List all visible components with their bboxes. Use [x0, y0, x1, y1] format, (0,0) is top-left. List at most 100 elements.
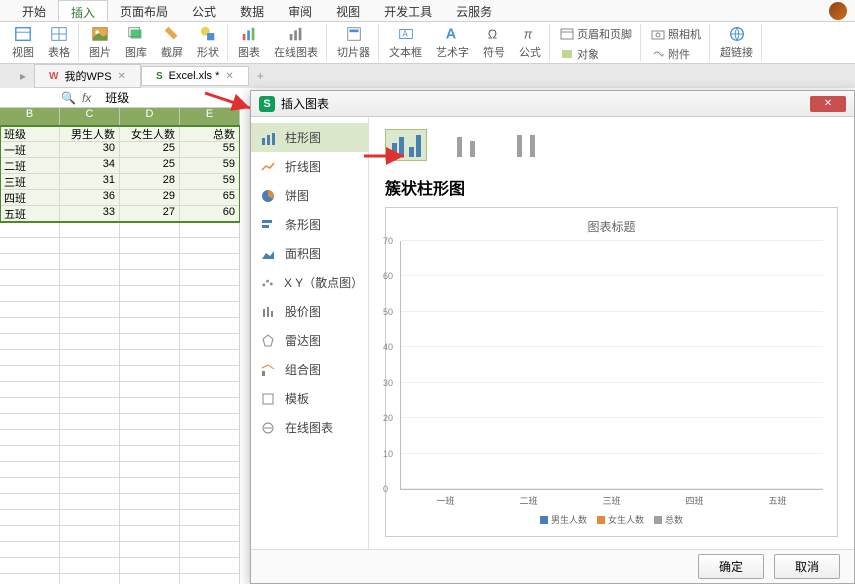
- cell[interactable]: [0, 382, 60, 398]
- btn-gallery[interactable]: 图库: [121, 23, 151, 62]
- cell[interactable]: 30: [60, 142, 120, 158]
- cell[interactable]: [120, 366, 180, 382]
- btn-table[interactable]: 表格: [44, 23, 74, 62]
- cell[interactable]: [0, 286, 60, 302]
- btn-wordart[interactable]: A艺术字: [432, 23, 473, 62]
- chart-type-item[interactable]: 模板: [251, 384, 368, 413]
- tab-cloud[interactable]: 云服务: [444, 0, 504, 21]
- cell[interactable]: [180, 222, 240, 238]
- cell[interactable]: [120, 494, 180, 510]
- btn-attach[interactable]: 附件: [647, 44, 694, 64]
- cell[interactable]: [60, 270, 120, 286]
- cell[interactable]: 一班: [0, 142, 60, 158]
- subtype-clustered[interactable]: [385, 129, 427, 161]
- cell[interactable]: [0, 334, 60, 350]
- cell[interactable]: [180, 238, 240, 254]
- cell[interactable]: [0, 494, 60, 510]
- chart-type-item[interactable]: X Y（散点图）: [251, 268, 368, 297]
- chart-type-item[interactable]: 条形图: [251, 210, 368, 239]
- cell[interactable]: [120, 318, 180, 334]
- cell[interactable]: [0, 446, 60, 462]
- btn-textbox[interactable]: A文本框: [385, 23, 426, 62]
- cell[interactable]: [180, 462, 240, 478]
- cell[interactable]: [0, 366, 60, 382]
- cell[interactable]: 55: [180, 142, 240, 158]
- btn-shape[interactable]: 形状: [193, 23, 223, 62]
- tab-insert[interactable]: 插入: [58, 0, 108, 21]
- add-tab-button[interactable]: +: [249, 66, 272, 86]
- col-header[interactable]: B: [0, 108, 60, 126]
- cell[interactable]: [120, 222, 180, 238]
- cell[interactable]: [60, 462, 120, 478]
- cell[interactable]: [60, 494, 120, 510]
- btn-online-chart[interactable]: 在线图表: [270, 23, 322, 62]
- search-icon[interactable]: 🔍: [61, 91, 76, 105]
- chart-type-item[interactable]: 面积图: [251, 239, 368, 268]
- btn-object[interactable]: 对象: [556, 44, 603, 64]
- chart-type-item[interactable]: 组合图: [251, 355, 368, 384]
- cell[interactable]: [180, 398, 240, 414]
- cell[interactable]: [180, 558, 240, 574]
- btn-slicer[interactable]: 切片器: [333, 23, 374, 62]
- tab-formula[interactable]: 公式: [180, 0, 228, 21]
- btn-hyperlink[interactable]: 超链接: [716, 23, 757, 62]
- btn-header-footer[interactable]: 页眉和页脚: [556, 24, 636, 44]
- cell[interactable]: [0, 302, 60, 318]
- cell[interactable]: [60, 238, 120, 254]
- cell[interactable]: [120, 382, 180, 398]
- cell[interactable]: [60, 558, 120, 574]
- cell[interactable]: [120, 254, 180, 270]
- cell[interactable]: [120, 526, 180, 542]
- subtype-100stacked[interactable]: [505, 129, 547, 161]
- cell[interactable]: 女生人数: [120, 126, 180, 142]
- cell[interactable]: [60, 286, 120, 302]
- close-icon[interactable]: ✕: [225, 71, 233, 82]
- cell[interactable]: [120, 510, 180, 526]
- tab-view[interactable]: 视图: [324, 0, 372, 21]
- cell[interactable]: 男生人数: [60, 126, 120, 142]
- cell[interactable]: [180, 574, 240, 584]
- cell[interactable]: [180, 430, 240, 446]
- close-button[interactable]: ✕: [810, 96, 846, 112]
- chart-type-item[interactable]: 在线图表: [251, 413, 368, 442]
- col-header[interactable]: E: [180, 108, 240, 126]
- tab-start[interactable]: 开始: [10, 0, 58, 21]
- cell[interactable]: [60, 510, 120, 526]
- cell[interactable]: [60, 446, 120, 462]
- chart-type-item[interactable]: 股价图: [251, 297, 368, 326]
- cell[interactable]: [60, 222, 120, 238]
- fx-icon[interactable]: fx: [82, 91, 91, 105]
- cell[interactable]: [180, 414, 240, 430]
- cell[interactable]: [60, 414, 120, 430]
- cell[interactable]: [0, 238, 60, 254]
- cell[interactable]: [120, 430, 180, 446]
- dialog-titlebar[interactable]: S 插入图表 ✕: [251, 91, 854, 117]
- cell[interactable]: [120, 302, 180, 318]
- cell[interactable]: [0, 574, 60, 584]
- cell[interactable]: [120, 334, 180, 350]
- cell[interactable]: [60, 366, 120, 382]
- cell[interactable]: [0, 462, 60, 478]
- cell[interactable]: [60, 526, 120, 542]
- cell[interactable]: [180, 334, 240, 350]
- cell[interactable]: [0, 414, 60, 430]
- cell[interactable]: [0, 558, 60, 574]
- cell[interactable]: [60, 430, 120, 446]
- cell[interactable]: [60, 302, 120, 318]
- cell[interactable]: [180, 510, 240, 526]
- col-header[interactable]: D: [120, 108, 180, 126]
- cell[interactable]: 33: [60, 206, 120, 222]
- cell[interactable]: [180, 350, 240, 366]
- ok-button[interactable]: 确定: [698, 554, 764, 579]
- cell[interactable]: [60, 318, 120, 334]
- cell[interactable]: [120, 398, 180, 414]
- cell[interactable]: [0, 318, 60, 334]
- cell[interactable]: [180, 494, 240, 510]
- cell[interactable]: 59: [180, 174, 240, 190]
- cell[interactable]: [120, 350, 180, 366]
- cell[interactable]: [120, 446, 180, 462]
- cell[interactable]: [120, 478, 180, 494]
- cell[interactable]: [60, 350, 120, 366]
- cell[interactable]: 65: [180, 190, 240, 206]
- cell[interactable]: [180, 526, 240, 542]
